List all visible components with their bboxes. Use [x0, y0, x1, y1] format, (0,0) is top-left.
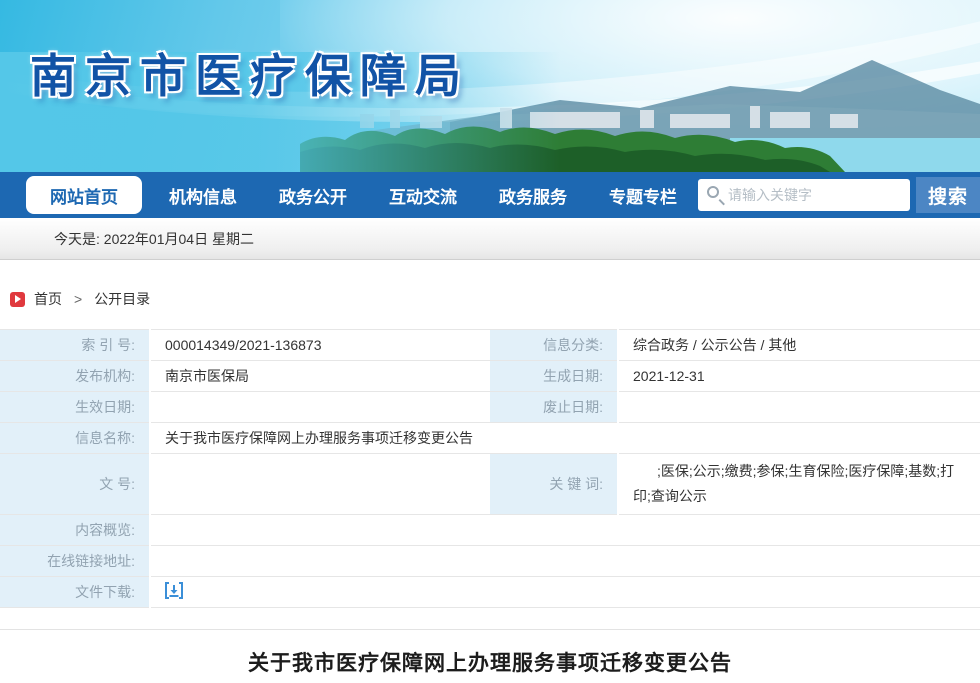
keywords-value: ;医保;公示;缴费;参保;生育保险;医疗保障;基数;打印;查询公示	[618, 453, 980, 515]
file-download-label: 文件下载:	[0, 576, 151, 608]
search-input[interactable]	[728, 179, 904, 211]
info-name-label: 信息名称:	[0, 422, 151, 454]
effective-date-label: 生效日期:	[0, 391, 151, 423]
created-date-value: 2021-12-31	[618, 360, 980, 392]
nav-item-special-columns[interactable]: 专题专栏	[588, 172, 698, 218]
site-banner: 南京市医疗保障局	[0, 0, 980, 172]
search-icon	[707, 186, 719, 198]
publisher-value: 南京市医保局	[150, 360, 490, 392]
created-date-label: 生成日期:	[490, 360, 619, 392]
nav-item-interaction[interactable]: 互动交流	[368, 172, 478, 218]
download-icon[interactable]	[165, 582, 183, 602]
table-row: 发布机构: 南京市医保局 生成日期: 2021-12-31	[0, 360, 980, 392]
breadcrumb: 首页 > 公开目录	[10, 289, 980, 309]
online-link-value	[150, 545, 980, 577]
document-number-label: 文 号:	[0, 453, 151, 515]
table-row: 在线链接地址:	[0, 545, 980, 577]
nav-item-home[interactable]: 网站首页	[26, 176, 142, 214]
content-overview-value	[150, 514, 980, 546]
keywords-label: 关 键 词:	[490, 453, 619, 515]
table-row: 内容概览:	[0, 514, 980, 546]
search-field	[698, 179, 910, 211]
abolish-date-value	[618, 391, 980, 423]
nav-item-organization[interactable]: 机构信息	[148, 172, 258, 218]
publisher-label: 发布机构:	[0, 360, 151, 392]
breadcrumb-separator: >	[74, 291, 83, 307]
table-row: 文 号: 关 键 词: ;医保;公示;缴费;参保;生育保险;医疗保障;基数;打印…	[0, 453, 980, 515]
breadcrumb-home-link[interactable]: 首页	[34, 289, 62, 309]
info-name-value: 关于我市医疗保障网上办理服务事项迁移变更公告	[150, 422, 980, 454]
main-nav: 网站首页 机构信息 政务公开 互动交流 政务服务 专题专栏 搜索	[0, 172, 980, 218]
breadcrumb-marker-icon	[10, 291, 25, 307]
site-title: 南京市医疗保障局	[30, 50, 470, 102]
content-overview-label: 内容概览:	[0, 514, 151, 546]
search-button[interactable]: 搜索	[916, 177, 980, 213]
document-number-value	[150, 453, 490, 515]
info-category-value: 综合政务 / 公示公告 / 其他	[618, 329, 980, 361]
table-row: 生效日期: 废止日期:	[0, 391, 980, 423]
breadcrumb-current-link[interactable]: 公开目录	[94, 289, 150, 309]
online-link-label: 在线链接地址:	[0, 545, 151, 577]
article-title: 关于我市医疗保障网上办理服务事项迁移变更公告	[248, 650, 732, 675]
table-row: 信息名称: 关于我市医疗保障网上办理服务事项迁移变更公告	[0, 422, 980, 454]
info-category-label: 信息分类:	[490, 329, 619, 361]
effective-date-value	[150, 391, 490, 423]
index-number-label: 索 引 号:	[0, 329, 151, 361]
nav-item-gov-services[interactable]: 政务服务	[478, 172, 588, 218]
file-download-cell	[150, 576, 980, 608]
date-bar: 今天是: 2022年01月04日 星期二	[0, 218, 980, 260]
page: 南京市医疗保障局 网站首页 机构信息 政务公开 互动交流 政务服务 专题专栏 搜…	[0, 0, 980, 677]
abolish-date-label: 废止日期:	[490, 391, 619, 423]
index-number-value: 000014349/2021-136873	[150, 329, 490, 361]
nav-item-gov-disclosure[interactable]: 政务公开	[258, 172, 368, 218]
search-box: 搜索	[698, 172, 980, 218]
current-date-text: 今天是: 2022年01月04日 星期二	[54, 230, 254, 247]
divider	[0, 629, 980, 630]
document-meta-table: 索 引 号: 000014349/2021-136873 信息分类: 综合政务 …	[0, 329, 980, 608]
table-row: 索 引 号: 000014349/2021-136873 信息分类: 综合政务 …	[0, 329, 980, 361]
table-row: 文件下载:	[0, 576, 980, 608]
